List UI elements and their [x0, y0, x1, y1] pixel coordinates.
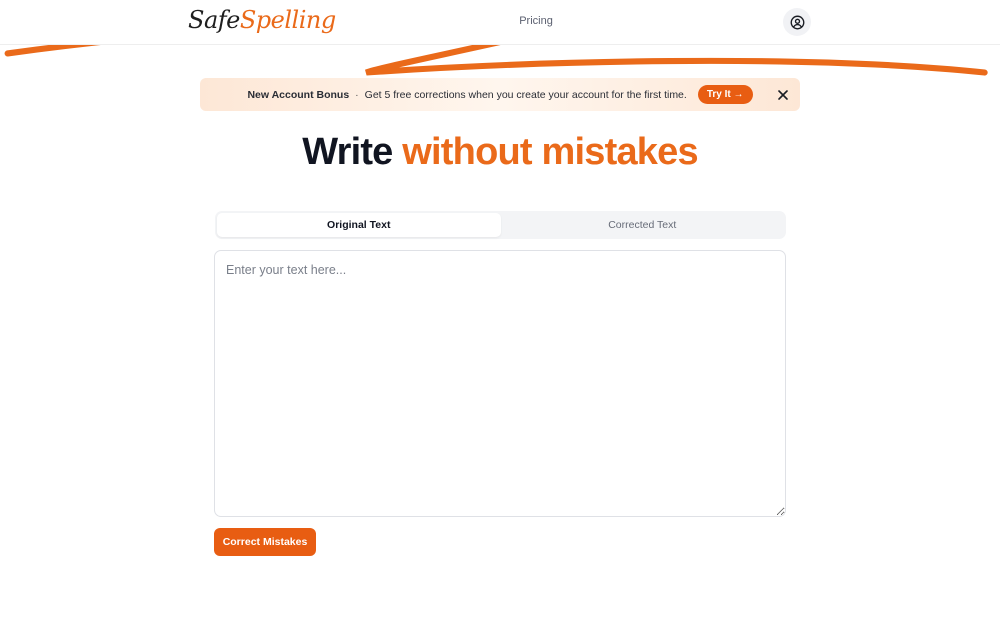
new-account-bonus-banner: New Account Bonus · Get 5 free correctio…: [200, 78, 800, 111]
user-account-button[interactable]: [783, 8, 811, 36]
close-icon: [778, 90, 788, 100]
text-input-area[interactable]: [214, 250, 786, 517]
text-view-tabs: Original Text Corrected Text: [215, 211, 786, 239]
try-it-button[interactable]: Try It →: [697, 85, 753, 104]
hero-word-write: Write: [302, 131, 393, 173]
banner-separator: ·: [355, 88, 359, 101]
banner-message: Get 5 free corrections when you create y…: [364, 88, 687, 101]
correct-mistakes-button[interactable]: Correct Mistakes: [214, 528, 316, 556]
tab-original-text[interactable]: Original Text: [217, 213, 501, 237]
top-navigation-bar: Safe Spelling Pricing: [0, 0, 1000, 45]
banner-title: New Account Bonus: [247, 88, 350, 101]
tab-corrected-text[interactable]: Corrected Text: [501, 213, 785, 237]
banner-close-button[interactable]: [776, 88, 790, 102]
nav-link-pricing[interactable]: Pricing: [0, 15, 1000, 27]
user-circle-icon: [790, 15, 804, 29]
hero-headline: Write without mistakes: [0, 128, 1000, 176]
hero-highlight-without-mistakes: without mistakes: [402, 131, 698, 173]
